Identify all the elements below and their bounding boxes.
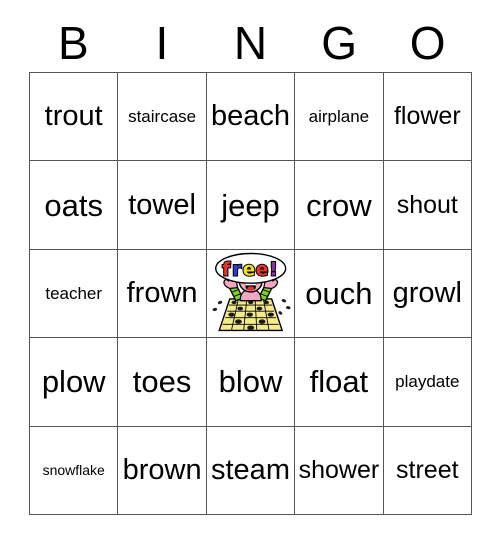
free-space-icon: f r e e ! [212, 252, 291, 331]
bingo-cell-label: crow [306, 187, 372, 223]
free-space-speech-bubble-art: f r e e ! [214, 252, 287, 284]
bingo-cell[interactable]: airplane [295, 73, 384, 162]
bingo-cell[interactable]: steam [206, 426, 296, 515]
bingo-cell-label: growl [392, 276, 462, 309]
bingo-cell-label: shout [396, 190, 458, 219]
bingo-cell[interactable]: ouch [295, 249, 384, 339]
bingo-cell[interactable]: growl [383, 249, 472, 339]
free-letter-r: r [232, 259, 241, 280]
bingo-cell-label: towel [128, 188, 196, 221]
bingo-cell-label: flower [393, 102, 461, 131]
bingo-cell[interactable]: plow [30, 338, 119, 427]
bingo-cell[interactable]: beach [206, 73, 296, 162]
bingo-cell[interactable]: toes [118, 338, 207, 427]
bingo-cell[interactable]: staircase [118, 73, 207, 162]
bingo-cell-label: brown [122, 453, 202, 486]
bingo-cell-label: playdate [395, 372, 460, 392]
bingo-cell-label: trout [44, 100, 103, 133]
bingo-cell-label: toes [132, 364, 192, 400]
bingo-cell-label: blow [218, 364, 283, 400]
bingo-cell[interactable]: brown [118, 426, 207, 515]
bingo-cell-label: beach [210, 100, 290, 133]
bingo-cell[interactable]: shower [295, 426, 384, 515]
header-letter-b: B [57, 17, 89, 69]
bingo-cell-label: ouch [305, 275, 373, 311]
bingo-free-space-cell[interactable]: f r e e ! [206, 249, 296, 339]
bingo-cell[interactable]: float [295, 338, 384, 427]
bingo-cell[interactable]: teacher [30, 249, 119, 339]
bingo-cell-label: teacher [45, 283, 103, 303]
bingo-cell[interactable]: street [383, 426, 472, 515]
header-letter-o: O [409, 17, 446, 69]
bingo-cell-label: oats [44, 187, 103, 223]
bingo-cell-label: frown [126, 276, 198, 309]
bingo-cell-label: float [309, 364, 369, 400]
bingo-cell-label: steam [211, 453, 290, 486]
bingo-header: B I N G O [29, 14, 472, 72]
bingo-cell-label: airplane [308, 107, 370, 127]
bingo-cell[interactable]: playdate [383, 338, 472, 427]
bingo-cell-label: street [396, 455, 459, 484]
bingo-cell-label: snowflake [42, 462, 105, 479]
bingo-cell[interactable]: crow [295, 161, 384, 250]
bingo-cell[interactable]: jeep [206, 161, 296, 250]
bingo-card: B I N G O trout staircase beach airplane… [0, 0, 500, 544]
header-letter-g: G [321, 17, 357, 69]
free-letter-e2: e [256, 259, 268, 280]
bingo-cell-label: staircase [128, 107, 197, 127]
free-letter-bang: ! [269, 259, 277, 280]
bingo-cell[interactable]: blow [206, 338, 296, 427]
bingo-cell[interactable]: snowflake [30, 426, 119, 515]
bingo-cell[interactable]: towel [118, 161, 207, 250]
bingo-cell[interactable]: shout [383, 161, 472, 250]
bingo-cell-label: jeep [221, 187, 280, 223]
bingo-cell-label: plow [41, 364, 106, 400]
free-letter-e1: e [243, 259, 255, 280]
free-space-bingo-card-art [212, 298, 291, 331]
header-letter-n: N [233, 17, 268, 69]
bingo-cell[interactable]: flower [383, 73, 472, 162]
bingo-grid: trout staircase beach airplane flower oa… [29, 72, 472, 515]
bingo-cell-label: shower [298, 455, 380, 484]
free-letter-f: f [222, 259, 231, 280]
header-letter-i: I [155, 17, 169, 69]
bingo-cell[interactable]: oats [30, 161, 119, 250]
bingo-cell[interactable]: trout [30, 73, 119, 162]
bingo-cell[interactable]: frown [118, 249, 207, 339]
